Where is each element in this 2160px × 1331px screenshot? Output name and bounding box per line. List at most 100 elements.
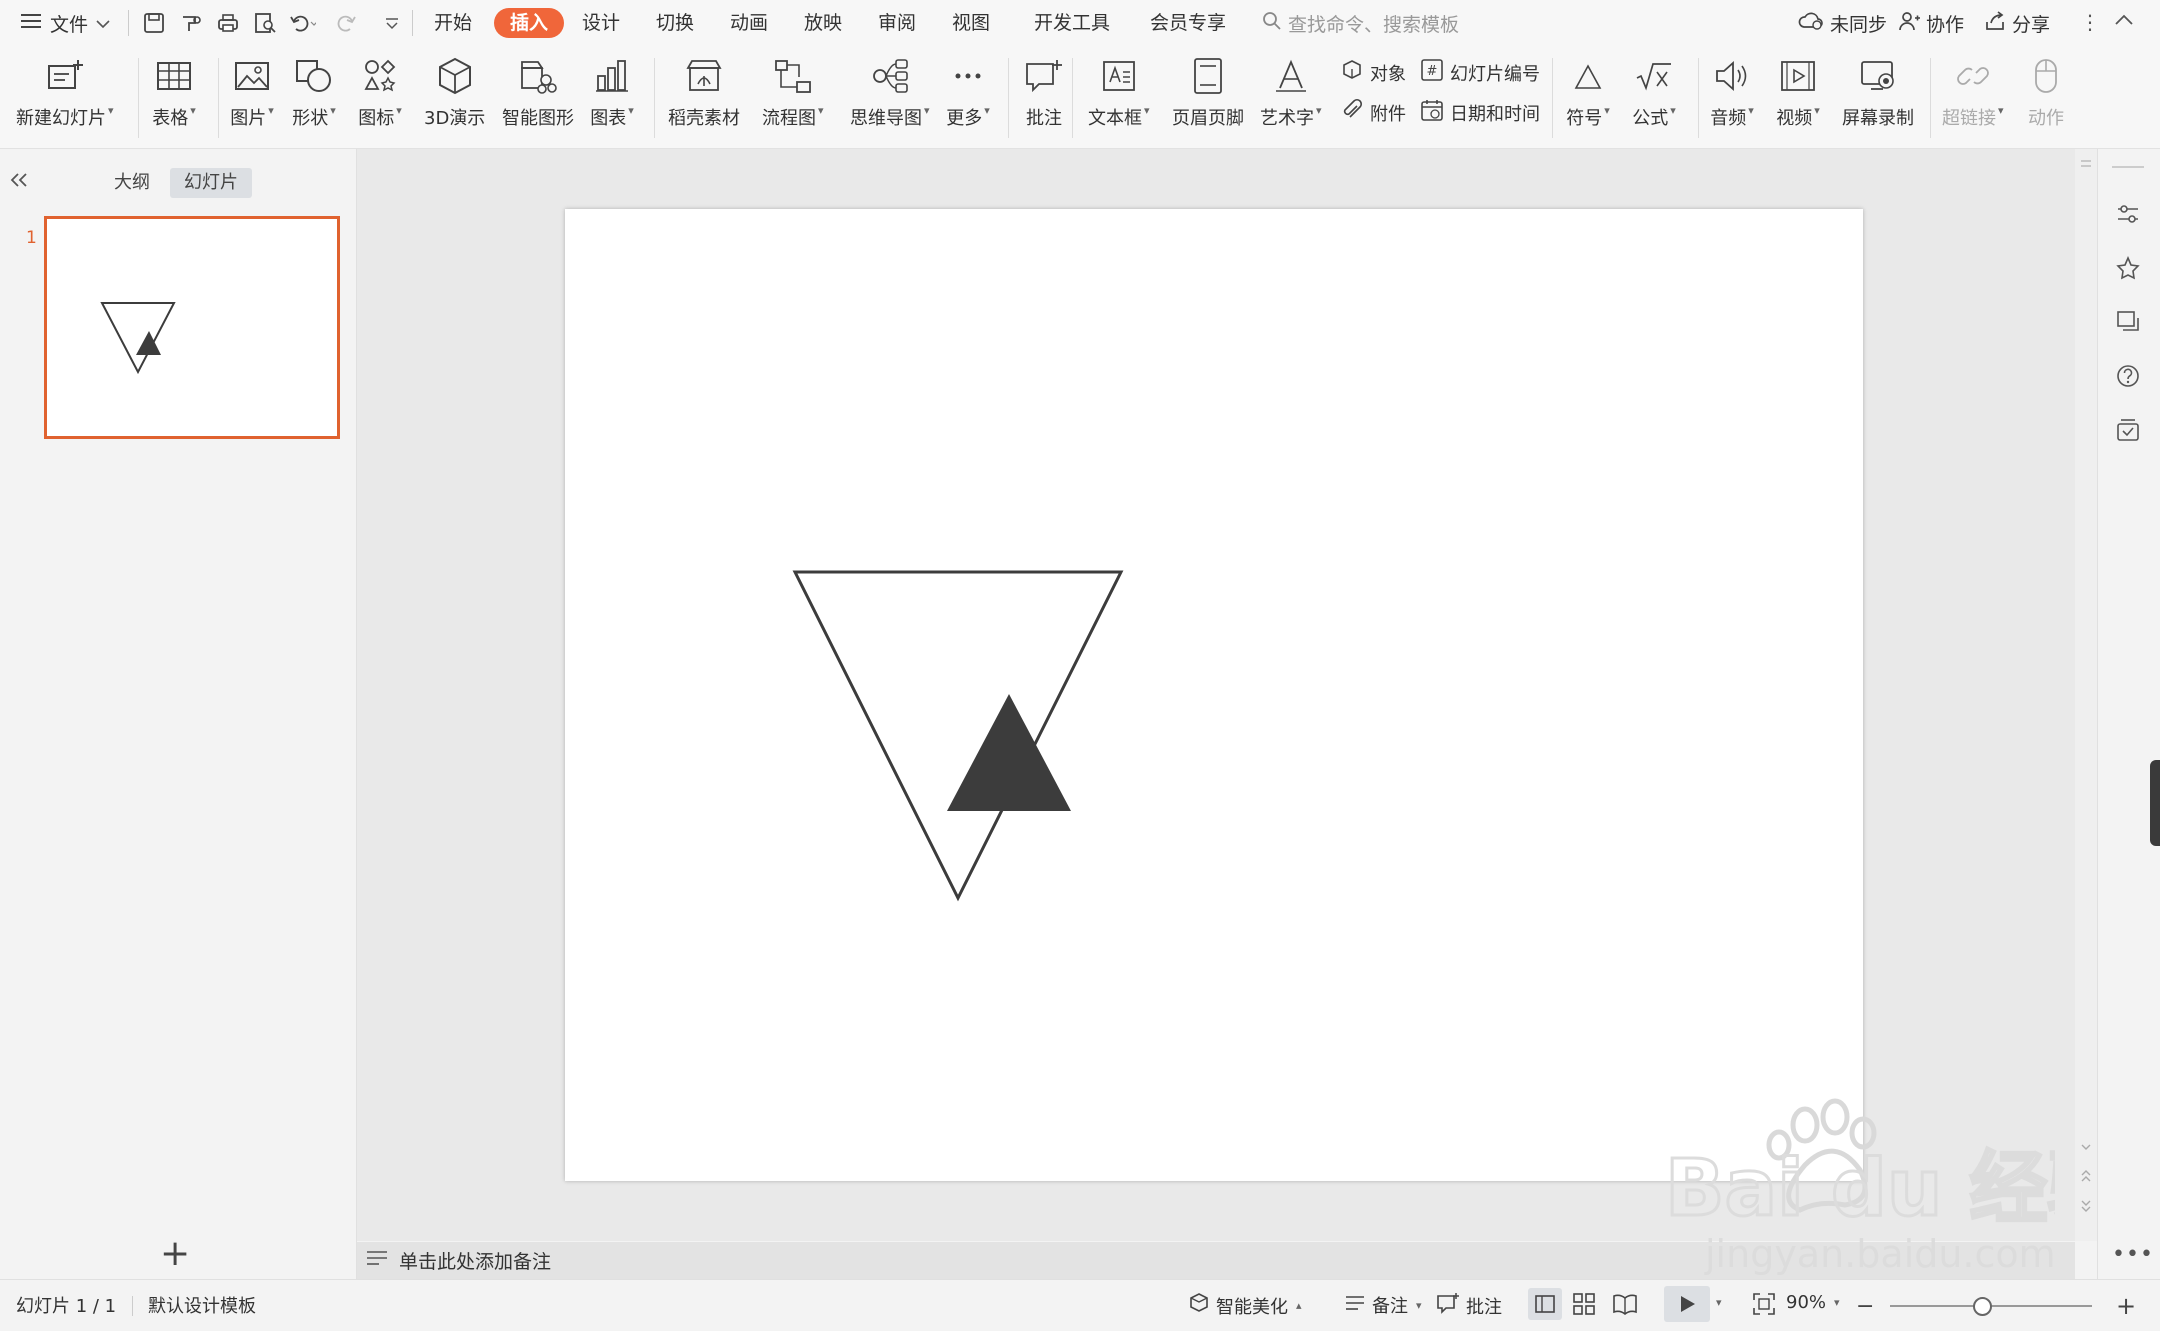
notes-toggle-icon — [1344, 1293, 1366, 1318]
smart-beautify-button[interactable]: 智能美化 ▴ — [1188, 1292, 1302, 1319]
object-properties-icon[interactable] — [2112, 198, 2144, 230]
play-slideshow-button[interactable] — [1664, 1286, 1710, 1322]
sync-status-button[interactable]: 未同步 — [1798, 8, 1887, 38]
3d-presentation-button[interactable]: 3D演示 — [424, 54, 485, 130]
divider — [218, 58, 219, 138]
slideshow-options-caret[interactable]: ▾ — [1716, 1296, 1722, 1309]
search-placeholder: 查找命令、搜索模板 — [1288, 13, 1460, 36]
vertical-scrollbar[interactable] — [2075, 149, 2097, 1241]
template-name[interactable]: 默认设计模板 — [148, 1292, 256, 1318]
action-button[interactable]: 动作 — [2024, 54, 2068, 130]
picture-label: 图片 — [230, 108, 267, 129]
help-icon[interactable] — [2112, 360, 2144, 392]
star-design-icon[interactable] — [2112, 252, 2144, 284]
link-icon — [1951, 54, 1995, 98]
new-slide-button[interactable]: 新建幻灯片 ▾ — [16, 54, 114, 130]
file-menu-button[interactable]: 文件 — [20, 8, 110, 38]
redo-icon[interactable] — [332, 9, 360, 37]
smartart-button[interactable]: 智能图形 — [502, 54, 574, 130]
comment-button[interactable]: 批注 — [1022, 54, 1066, 130]
tab-slides[interactable]: 幻灯片 — [170, 168, 252, 198]
slide-number-label: 幻灯片编号 — [1450, 63, 1540, 85]
tab-design[interactable]: 设计 — [572, 8, 630, 38]
wordart-button[interactable]: 艺术字 ▾ — [1260, 54, 1322, 130]
tab-member[interactable]: 会员专享 — [1140, 8, 1236, 38]
more-insert-button[interactable]: 更多 ▾ — [946, 54, 990, 130]
formula-button[interactable]: 公式 ▾ — [1632, 54, 1676, 130]
baidu-watermark: Bai du 经验 jingyan.baidu.com — [1655, 1095, 2127, 1285]
object-button[interactable]: 对象 — [1340, 58, 1406, 87]
floating-tool-tab[interactable] — [2150, 760, 2160, 846]
collaborate-button[interactable]: 协作 — [1898, 8, 1964, 38]
mindmap-button[interactable]: 思维导图 ▾ — [850, 54, 930, 130]
shape-button[interactable]: 形状 ▾ — [292, 54, 336, 130]
zoom-out-button[interactable]: − — [1856, 1296, 1874, 1318]
normal-view-icon — [1535, 1295, 1555, 1313]
beautify-icon — [1188, 1292, 1210, 1319]
header-footer-button[interactable]: 页眉页脚 — [1172, 54, 1244, 130]
slide-canvas[interactable] — [565, 209, 1863, 1181]
print-preview-icon[interactable] — [251, 9, 279, 37]
date-time-label: 日期和时间 — [1450, 103, 1540, 125]
sidebar-more-icon[interactable]: ••• — [2112, 1242, 2154, 1267]
add-slide-button[interactable]: + — [160, 1236, 190, 1272]
3d-label: 3D演示 — [424, 108, 486, 129]
print-icon[interactable] — [214, 9, 242, 37]
divider — [138, 58, 139, 138]
tab-review[interactable]: 审阅 — [868, 8, 926, 38]
icon-library-button[interactable]: 图标 ▾ — [358, 54, 402, 130]
picture-button[interactable]: 图片 ▾ — [230, 54, 274, 130]
tab-view[interactable]: 视图 — [942, 8, 1000, 38]
slide-thumbnail[interactable] — [44, 216, 340, 439]
tab-insert[interactable]: 插入 — [494, 8, 565, 38]
audio-button[interactable]: 音频 ▾ — [1710, 54, 1754, 130]
slide-sorter-view-icon[interactable] — [1572, 1292, 1596, 1320]
reading-view-icon[interactable] — [1612, 1292, 1638, 1320]
collapse-panel-icon[interactable] — [8, 170, 30, 195]
collapse-ribbon-icon[interactable] — [2114, 12, 2134, 31]
more-options-icon[interactable]: ⋮ — [2080, 10, 2100, 34]
watermark-brand: Bai du 经验 — [1665, 1144, 2055, 1234]
customize-quick-access-icon[interactable] — [378, 9, 406, 37]
docer-assets-button[interactable]: 稻壳素材 — [668, 54, 740, 130]
format-painter-icon[interactable] — [177, 9, 205, 37]
symbol-button[interactable]: 符号 ▾ — [1566, 54, 1610, 130]
textbox-button[interactable]: 文本框 ▾ — [1088, 54, 1150, 130]
date-time-button[interactable]: 日期和时间 — [1420, 98, 1540, 127]
watermark-url: jingyan.baidu.com — [1704, 1232, 2055, 1276]
tab-slideshow[interactable]: 放映 — [794, 8, 852, 38]
tab-transitions[interactable]: 切换 — [646, 8, 704, 38]
attachment-button[interactable]: 附件 — [1340, 98, 1406, 127]
chart-button[interactable]: 图表 ▾ — [590, 54, 634, 130]
flowchart-button[interactable]: 流程图 ▾ — [762, 54, 824, 130]
textbox-label: 文本框 — [1088, 108, 1142, 129]
screen-record-button[interactable]: 屏幕录制 — [1842, 54, 1914, 130]
zoom-level-dropdown[interactable]: 90% ▾ — [1786, 1292, 1840, 1313]
tab-outline[interactable]: 大纲 — [100, 168, 164, 198]
command-search[interactable]: 查找命令、搜索模板 — [1262, 8, 1459, 38]
normal-view-button[interactable] — [1528, 1288, 1562, 1320]
slide-switch-icon[interactable] — [2112, 306, 2144, 338]
undo-icon[interactable] — [288, 9, 316, 37]
notes-toggle-button[interactable]: 备注 ▾ — [1344, 1292, 1422, 1318]
sidebar-grip — [2112, 166, 2144, 168]
divider — [654, 58, 655, 138]
table-button[interactable]: 表格 ▾ — [152, 54, 196, 130]
slide-number-button[interactable]: # 幻灯片编号 — [1420, 58, 1540, 87]
fit-to-window-icon[interactable] — [1752, 1292, 1776, 1320]
save-icon[interactable] — [140, 9, 168, 37]
zoom-in-button[interactable]: + — [2116, 1294, 2136, 1318]
zoom-level: 90% — [1786, 1292, 1827, 1313]
video-button[interactable]: 视频 ▾ — [1776, 54, 1820, 130]
notes-placeholder: 单击此处添加备注 — [399, 1251, 552, 1273]
backup-icon[interactable] — [2112, 414, 2144, 446]
zoom-slider-handle[interactable] — [1973, 1297, 1992, 1316]
comments-toggle-button[interactable]: 批注 — [1436, 1292, 1502, 1319]
share-button[interactable]: 分享 — [1984, 8, 2050, 38]
tab-developer[interactable]: 开发工具 — [1024, 8, 1120, 38]
tab-animations[interactable]: 动画 — [720, 8, 778, 38]
tab-home[interactable]: 开始 — [424, 8, 482, 38]
share-icon — [1984, 10, 2006, 37]
formula-icon — [1632, 54, 1676, 98]
hyperlink-button[interactable]: 超链接 ▾ — [1942, 54, 2004, 130]
